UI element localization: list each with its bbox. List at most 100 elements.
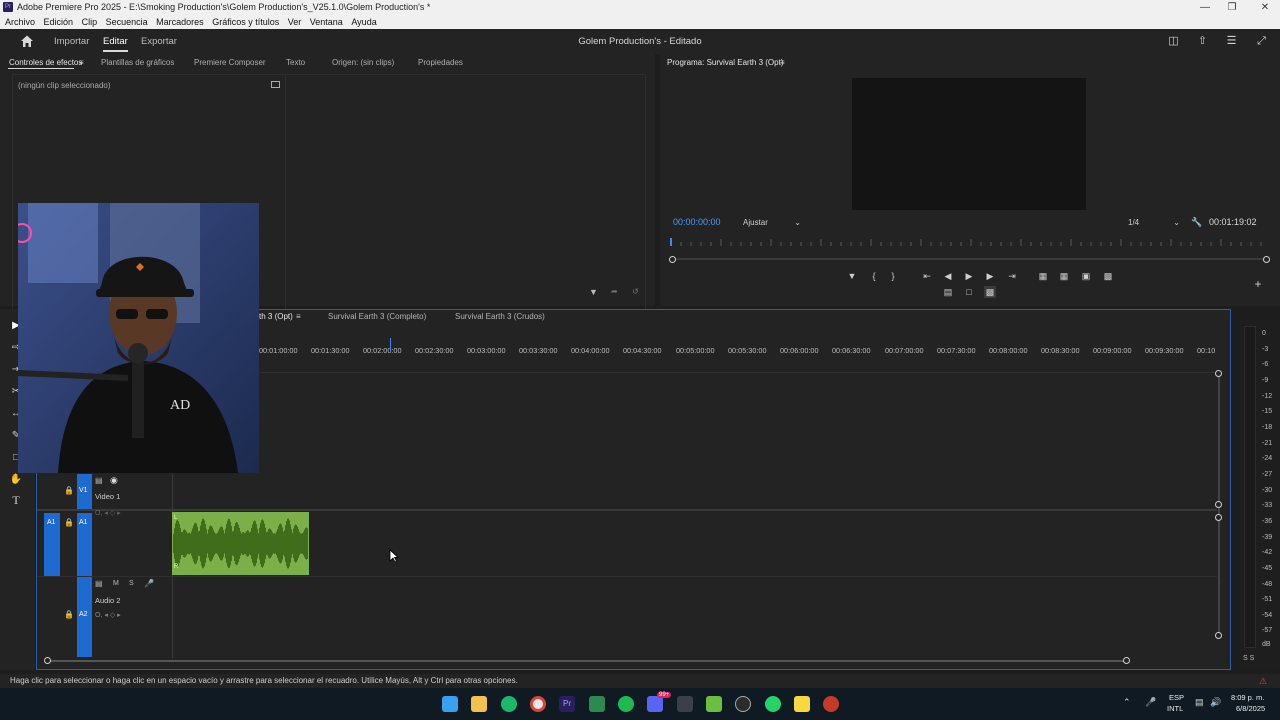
tab-sequence-opt[interactable]: th 3 (Opt) <box>259 312 293 321</box>
file-explorer-icon[interactable] <box>471 696 487 712</box>
program-timecode-in[interactable]: 00:00:00:00 <box>673 217 721 227</box>
clock-date[interactable]: 6/8/2025 <box>1236 704 1265 713</box>
go-to-out-icon[interactable]: ⇥ <box>1006 270 1018 282</box>
meter-solo-buttons[interactable]: S S <box>1243 655 1254 662</box>
obs-icon[interactable] <box>735 696 751 712</box>
menu-icon[interactable]: ☰ <box>1225 35 1238 48</box>
a1-lock-icon[interactable]: 🔒 <box>64 518 74 527</box>
menu-ventana[interactable]: Ventana <box>310 17 343 27</box>
language-secondary[interactable]: INTL <box>1167 704 1183 713</box>
v1-lock-icon[interactable]: 🔒 <box>64 486 74 495</box>
fullscreen-icon[interactable]: ⤢ <box>1255 35 1268 48</box>
minimize-icon[interactable]: — <box>1190 0 1220 15</box>
tab-sequence-completo[interactable]: Survival Earth 3 (Completo) <box>328 312 426 321</box>
mark-out-icon[interactable]: } <box>887 270 899 282</box>
menu-ver[interactable]: Ver <box>288 17 302 27</box>
type-tool-icon[interactable]: T <box>9 493 23 507</box>
a2-sync-icon[interactable]: ▤ <box>95 579 103 588</box>
close-icon[interactable]: ✕ <box>1250 0 1280 15</box>
program-video-frame[interactable] <box>852 78 1086 210</box>
a2-lock-icon[interactable]: 🔒 <box>64 610 74 619</box>
vscroll-audio-top-handle[interactable] <box>1215 514 1222 521</box>
timeline-horizontal-scrollbar[interactable] <box>47 660 1127 662</box>
vscroll-bottom-handle[interactable] <box>1215 632 1222 639</box>
tab-effect-controls[interactable]: Controles de efectos <box>9 54 82 72</box>
step-forward-icon[interactable]: ▶ <box>984 270 996 282</box>
clear-icon[interactable]: ↺ <box>632 287 639 296</box>
extract-icon[interactable]: ▦ <box>1058 270 1070 282</box>
language-primary[interactable]: ESP <box>1169 693 1184 702</box>
tab-premiere-composer[interactable]: Premiere Composer <box>194 54 266 72</box>
filter-icon[interactable]: ▼ <box>589 287 598 297</box>
v1-sync-icon[interactable]: ▤ <box>95 476 103 485</box>
fit-dropdown[interactable]: Ajustar ⌄ <box>743 218 801 227</box>
camera-icon[interactable]: ▣ <box>1080 270 1092 282</box>
wrench-icon[interactable]: 🔧 <box>1191 217 1202 228</box>
a2-mic-icon[interactable]: 🎤 <box>144 579 154 588</box>
step-back-icon[interactable]: ◀ <box>942 270 954 282</box>
scrubber-start-handle[interactable] <box>669 256 676 263</box>
windows-start-icon[interactable] <box>442 696 458 712</box>
program-scrubber[interactable] <box>672 258 1268 260</box>
program-time-ruler[interactable] <box>670 238 1268 246</box>
sequence-menu-icon[interactable]: ≡ <box>296 312 301 321</box>
panel-toggle-icon[interactable] <box>271 81 280 88</box>
tab-graphics-templates[interactable]: Plantillas de gráficos <box>101 54 174 72</box>
a2-solo-button[interactable]: S <box>129 580 134 587</box>
tab-sequence-crudos[interactable]: Survival Earth 3 (Crudos) <box>455 312 545 321</box>
multicam-icon[interactable]: ▩ <box>984 286 996 298</box>
tab-propiedades[interactable]: Propiedades <box>418 54 463 72</box>
spotify-icon[interactable] <box>618 696 634 712</box>
add-marker-icon[interactable]: ▼ <box>846 270 858 282</box>
clock-time[interactable]: 8:09 p. m. <box>1231 693 1264 702</box>
scrubber-end-handle[interactable] <box>1263 256 1270 263</box>
hscroll-left-handle[interactable] <box>44 657 51 664</box>
play-icon[interactable]: ▶ <box>963 270 975 282</box>
menu-ayuda[interactable]: Ayuda <box>351 17 376 27</box>
discord-icon[interactable] <box>647 696 663 712</box>
compare-icon[interactable]: ▩ <box>1102 270 1114 282</box>
proxy-toggle-icon[interactable]: ▤ <box>942 286 954 298</box>
chrome-icon[interactable] <box>530 696 546 712</box>
vscroll-top-handle[interactable] <box>1215 370 1222 377</box>
safe-margins-icon[interactable]: □ <box>963 286 975 298</box>
resolution-dropdown[interactable]: 1/4 ⌄ <box>1128 218 1180 227</box>
mark-in-icon[interactable]: { <box>868 270 880 282</box>
playhead[interactable] <box>390 338 391 352</box>
menu-edicion[interactable]: Edición <box>44 17 74 27</box>
menu-graficos[interactable]: Gráficos y títulos <box>212 17 279 27</box>
minecraft-icon[interactable] <box>706 696 722 712</box>
network-icon[interactable]: ▤ <box>1195 697 1204 708</box>
menu-archivo[interactable]: Archivo <box>5 17 35 27</box>
share-icon[interactable]: ⇧ <box>1196 35 1209 48</box>
lift-icon[interactable]: ▦ <box>1037 270 1049 282</box>
timeline-ruler[interactable]: 00:01:00:00 00:01:30:00 00:02:00:00 00:0… <box>259 340 1216 358</box>
microphone-icon[interactable]: 🎤 <box>1145 697 1156 708</box>
audio-clip[interactable]: L R <box>172 512 309 575</box>
menu-clip[interactable]: Clip <box>82 17 98 27</box>
panel-menu-icon[interactable]: ≡ <box>79 54 84 72</box>
vscroll-mid-handle[interactable] <box>1215 501 1222 508</box>
premiere-taskbar-icon[interactable]: Pr <box>559 696 575 712</box>
volume-icon[interactable]: 🔊 <box>1210 697 1221 708</box>
restore-icon[interactable]: ❐ <box>1217 0 1247 15</box>
tray-chevron-up-icon[interactable]: ⌃ <box>1123 697 1131 708</box>
warning-icon[interactable]: ⚠ <box>1259 674 1267 688</box>
a1-keyframe-controls[interactable]: O, ◂ ◇ ▸ <box>95 509 121 517</box>
app-red-icon[interactable] <box>823 696 839 712</box>
hand-tool-icon[interactable]: ✋ <box>9 473 23 487</box>
sticky-notes-icon[interactable] <box>794 696 810 712</box>
tab-origen[interactable]: Origen: (sin clips) <box>332 54 394 72</box>
app-green-icon[interactable] <box>501 696 517 712</box>
a2-keyframe-controls[interactable]: O, ◂ ◇ ▸ <box>95 611 121 619</box>
go-to-in-icon[interactable]: ⇤ <box>921 270 933 282</box>
xbox-icon[interactable] <box>677 696 693 712</box>
v1-eye-icon[interactable]: ◉ <box>110 475 118 486</box>
hscroll-right-handle[interactable] <box>1123 657 1130 664</box>
button-editor-plus-icon[interactable]: + <box>1252 278 1264 290</box>
a2-mute-button[interactable]: M <box>113 580 119 587</box>
tab-texto[interactable]: Texto <box>286 54 305 72</box>
workspaces-icon[interactable]: ◫ <box>1167 35 1180 48</box>
whatsapp-icon[interactable] <box>765 696 781 712</box>
program-menu-icon[interactable]: ≡ <box>780 54 785 72</box>
